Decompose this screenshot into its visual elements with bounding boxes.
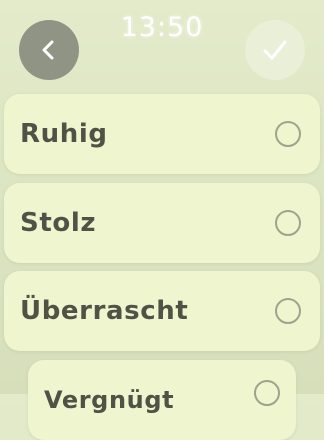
confirm-button[interactable] xyxy=(245,20,305,80)
option-ueberrascht[interactable]: Überrascht xyxy=(4,271,320,351)
option-label: Überrascht xyxy=(20,296,189,326)
option-label: Vergnügt xyxy=(44,386,175,414)
mood-selection-screen: 13:50 Ruhig Stolz Überrascht Vergnügt xyxy=(0,0,324,440)
radio-button[interactable] xyxy=(275,210,301,236)
option-label: Ruhig xyxy=(20,119,108,149)
option-ruhig[interactable]: Ruhig xyxy=(4,94,320,174)
option-vergnuegt[interactable]: Vergnügt xyxy=(28,360,296,440)
radio-button[interactable] xyxy=(275,121,301,147)
checkmark-icon xyxy=(263,40,287,60)
option-label: Stolz xyxy=(20,208,97,238)
radio-button[interactable] xyxy=(275,298,301,324)
option-stolz[interactable]: Stolz xyxy=(4,183,320,263)
radio-button[interactable] xyxy=(254,380,280,406)
